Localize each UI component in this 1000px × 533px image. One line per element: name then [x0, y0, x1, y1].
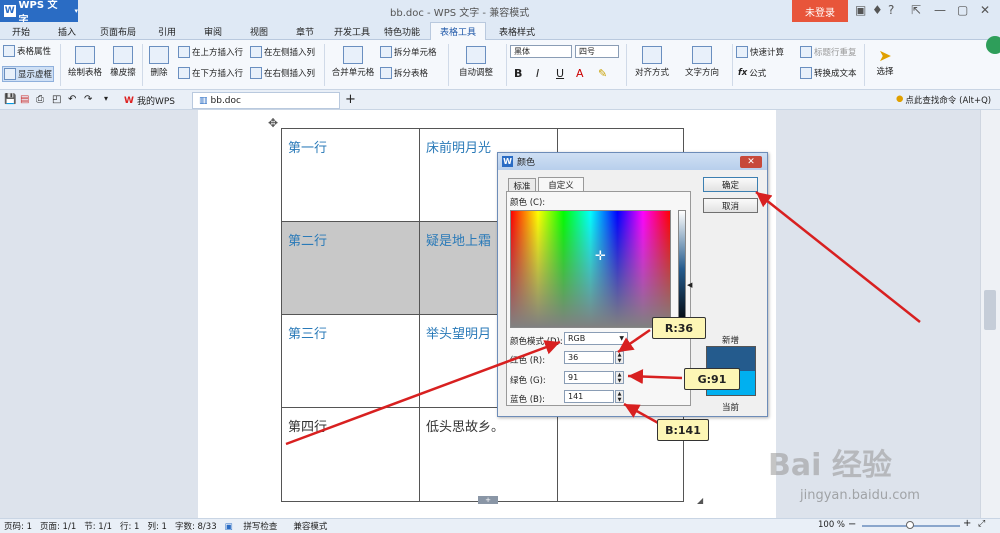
checkbox-icon: ▣	[224, 522, 233, 532]
status-words[interactable]: 字数: 8/33	[175, 520, 217, 532]
callout-green: G:91	[684, 368, 740, 390]
status-pages: 页面: 1/1	[39, 522, 77, 532]
status-compat: 兼容模式	[293, 522, 328, 532]
status-section: 节: 1/1	[84, 522, 112, 532]
zoom-slider-thumb[interactable]	[906, 521, 914, 529]
zoom-out-icon[interactable]: −	[848, 519, 856, 530]
arrow-b	[623, 402, 661, 426]
baidu-watermark: Bai 经验	[768, 448, 892, 483]
arrow-to-ok	[755, 191, 921, 323]
status-col: 列: 1	[147, 522, 167, 532]
zoom-in-icon[interactable]: +	[963, 518, 971, 529]
spell-check-toggle[interactable]: ▣ 拼写检查	[225, 520, 286, 532]
arrow-r	[617, 328, 651, 354]
callout-blue: B:141	[657, 419, 709, 441]
arrow-to-mode	[285, 340, 561, 446]
zoom-level: 100 %	[818, 520, 846, 530]
fullscreen-icon[interactable]: ⤢	[978, 519, 985, 529]
status-page: 页码: 1	[4, 522, 32, 532]
arrow-g	[627, 369, 683, 385]
status-row: 行: 1	[119, 522, 140, 532]
callout-red: R:36	[652, 317, 706, 339]
baidu-watermark-url: jingyan.baidu.com	[800, 488, 920, 503]
spell-check-label: 拼写检查	[243, 522, 278, 532]
zoom-slider[interactable]	[862, 521, 960, 529]
